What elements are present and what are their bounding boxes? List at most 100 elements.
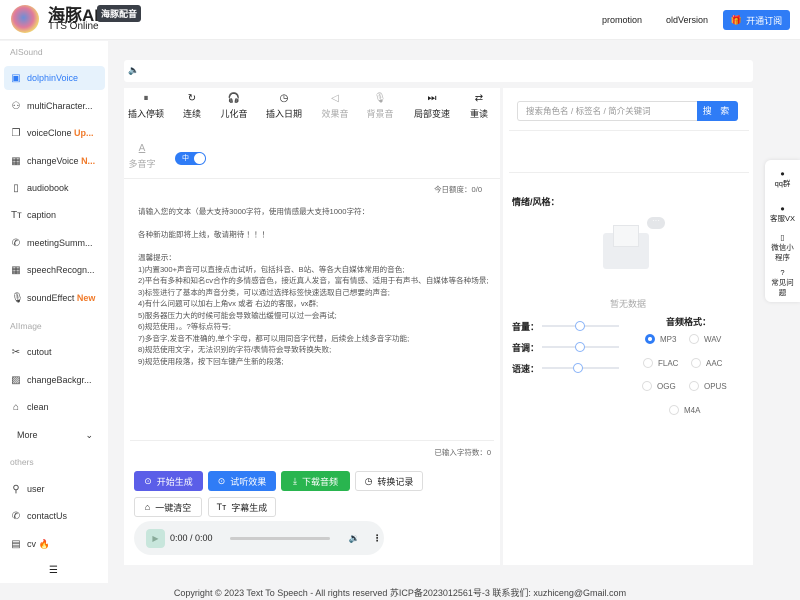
tool-background-sound[interactable]: 🎙 背景音 [355,93,405,120]
quota-text: 今日额度：0/0 [434,185,482,194]
sidebar-item-speechrecognition[interactable]: ▦ speechRecogn... [4,258,105,282]
divider [509,172,749,173]
tool-polyphone[interactable]: A 多音字 [117,143,167,170]
tool-erhua[interactable]: 🎧 儿化音 [209,93,259,120]
format-aac[interactable]: AAC [691,358,722,368]
play-button[interactable]: ▶ [146,528,165,548]
qq-group-button[interactable]: ● qq群 [765,169,800,189]
section-aisound: AISound [10,47,43,57]
tool-label: 插入日期 [265,109,302,119]
play-circle-icon: ⊙ [144,475,152,486]
button-label: 字幕生成 [231,502,268,513]
item-label: changeVoice N... [27,156,96,166]
search-button[interactable]: 搜 索 [697,101,738,121]
clock-icon: ◷ [279,93,289,104]
sidebar-item-cv[interactable]: ▤ cv 🔥 [4,532,105,556]
item-label: dolphinVoice [27,73,79,83]
question-icon: ? [780,268,785,277]
format-m4a[interactable]: M4A [669,405,700,415]
format-ogg[interactable]: OGG [642,381,676,391]
pause-icon: ⏸ [143,93,149,104]
sidebar-item-meeting[interactable]: ✆ meetingSumm... [4,231,105,255]
document-icon: ▤ [11,538,21,550]
sidebar-item-changebackground[interactable]: ▨ changeBackgr... [4,368,105,392]
tool-local-speed[interactable]: ⏭ 局部变速 [407,93,457,120]
user-icon: ⚲ [12,483,20,495]
text-input[interactable]: 请输入您的文本（最大支持3000字符，使用情感最大支持1000字符： 各种新功能… [138,206,490,367]
tool-label: 效果音 [321,109,349,119]
old-version-link[interactable]: oldVersion [666,15,708,25]
history-button[interactable]: ◷ 转换记录 [355,471,423,491]
header: 海豚AI 海豚配音 TTS Online promotion oldVersio… [0,0,800,40]
sidebar-item-soundeffect[interactable]: 🎙 soundEffect New [4,286,105,310]
sidebar-item-cutout[interactable]: ✂ cutout [4,340,105,364]
polyphone-toggle[interactable]: 中 [175,152,206,165]
item-label: caption [27,210,57,220]
mini-program-button[interactable]: ▯ 微信小程序 [765,233,800,263]
slider-thumb[interactable] [575,342,585,352]
subscribe-button[interactable]: 🎁 开通订阅 [723,10,790,30]
collapse-menu-icon[interactable]: ☰ [49,565,58,576]
sidebar-item-multicharacter[interactable]: ⚇ multiCharacter... [4,94,105,118]
volume-slider[interactable] [542,321,619,331]
phone-icon: ▯ [780,233,785,242]
building-icon: ▦ [11,264,21,276]
format-mp3[interactable]: MP3 [645,334,676,344]
format-flac[interactable]: FLAC [643,358,678,368]
headphones-icon: 🎧 [227,93,241,104]
emotion-label: 情绪/风格： [512,197,560,207]
speed-slider[interactable] [542,363,619,373]
customer-service-button[interactable]: ● 客服VX [765,204,800,224]
editor-card: ⏸ 插入停顿 ↻ 连续 🎧 儿化音 ◷ 插入日期 ◁ 效果音 🎙 背景音 ⏭ 局部变速 ⇄ 重读… [124,88,500,565]
sidebar-item-voiceclone[interactable]: ❐ voiceClone Up... [4,121,105,145]
users-icon: ⚇ [11,100,21,112]
volume-icon[interactable]: 🔉 [349,533,360,544]
faq-button[interactable]: ? 常见问题 [765,268,800,298]
player-time: 0:00 / 0:00 [170,533,213,543]
search-input[interactable]: 搜索角色名 / 标签名 / 简介关键词 [517,101,697,121]
pitch-slider[interactable] [542,342,619,352]
sidebar-item-clean[interactable]: ⌂ clean [4,395,105,419]
item-label: clean [27,402,49,412]
item-label: user [27,484,45,494]
subtitle-button[interactable]: Tт 字幕生成 [208,497,276,517]
preview-button[interactable]: ⊙ 试听效果 [208,471,276,491]
promotion-link[interactable]: promotion [602,15,642,25]
sidebar-item-changevoice[interactable]: ▦ changeVoice N... [4,149,105,173]
pitch-label: 音调： [512,343,540,353]
tool-label: 多音字 [128,159,156,169]
section-others: others [10,457,34,467]
app-subtitle: TTS Online [48,21,99,32]
broom-icon: ⌂ [12,401,20,413]
divider [124,178,500,179]
clear-button[interactable]: ⌂ 一键清空 [134,497,202,517]
sidebar-more[interactable]: More ⌄ [4,423,105,447]
tool-insert-pause[interactable]: ⏸ 插入停顿 [121,93,171,120]
item-label: cv 🔥 [27,538,50,549]
slider-thumb[interactable] [575,321,585,331]
sidebar-item-user[interactable]: ⚲ user [4,477,105,501]
tool-stress[interactable]: ⇄ 重读 [454,93,504,120]
logo[interactable] [11,5,39,33]
phone-call-icon: ✆ [11,510,21,522]
seek-bar[interactable] [229,536,330,540]
sidebar-item-audiobook[interactable]: ▯ audiobook [4,176,105,200]
item-label: voiceClone Up... [27,128,94,138]
empty-inbox-icon: ··· [603,217,665,269]
generate-button[interactable]: ⊙ 开始生成 [134,471,203,491]
tool-insert-date[interactable]: ◷ 插入日期 [259,93,309,120]
speed-label: 语速： [512,364,540,374]
format-opus[interactable]: OPUS [689,381,727,391]
slider-thumb[interactable] [573,363,583,373]
volume-label: 音量： [512,322,540,332]
format-wav[interactable]: WAV [689,334,721,344]
sidebar-item-contactus[interactable]: ✆ contactUs [4,504,105,528]
sidebar-item-caption[interactable]: Tт caption [4,203,105,227]
sidebar-item-dolphinvoice[interactable]: ▣ dolphinVoice [4,66,105,90]
skip-icon: ⏭ [427,93,437,104]
voice-panel: 搜索角色名 / 标签名 / 简介关键词 搜 索 情绪/风格： ··· 暂无数据 … [503,88,753,565]
download-button[interactable]: ⤓ 下载音频 [281,471,350,491]
title-badge: 海豚配音 [97,5,142,22]
more-options-icon[interactable]: ⋮ [373,533,382,544]
tool-effect-sound[interactable]: ◁ 效果音 [310,93,360,120]
